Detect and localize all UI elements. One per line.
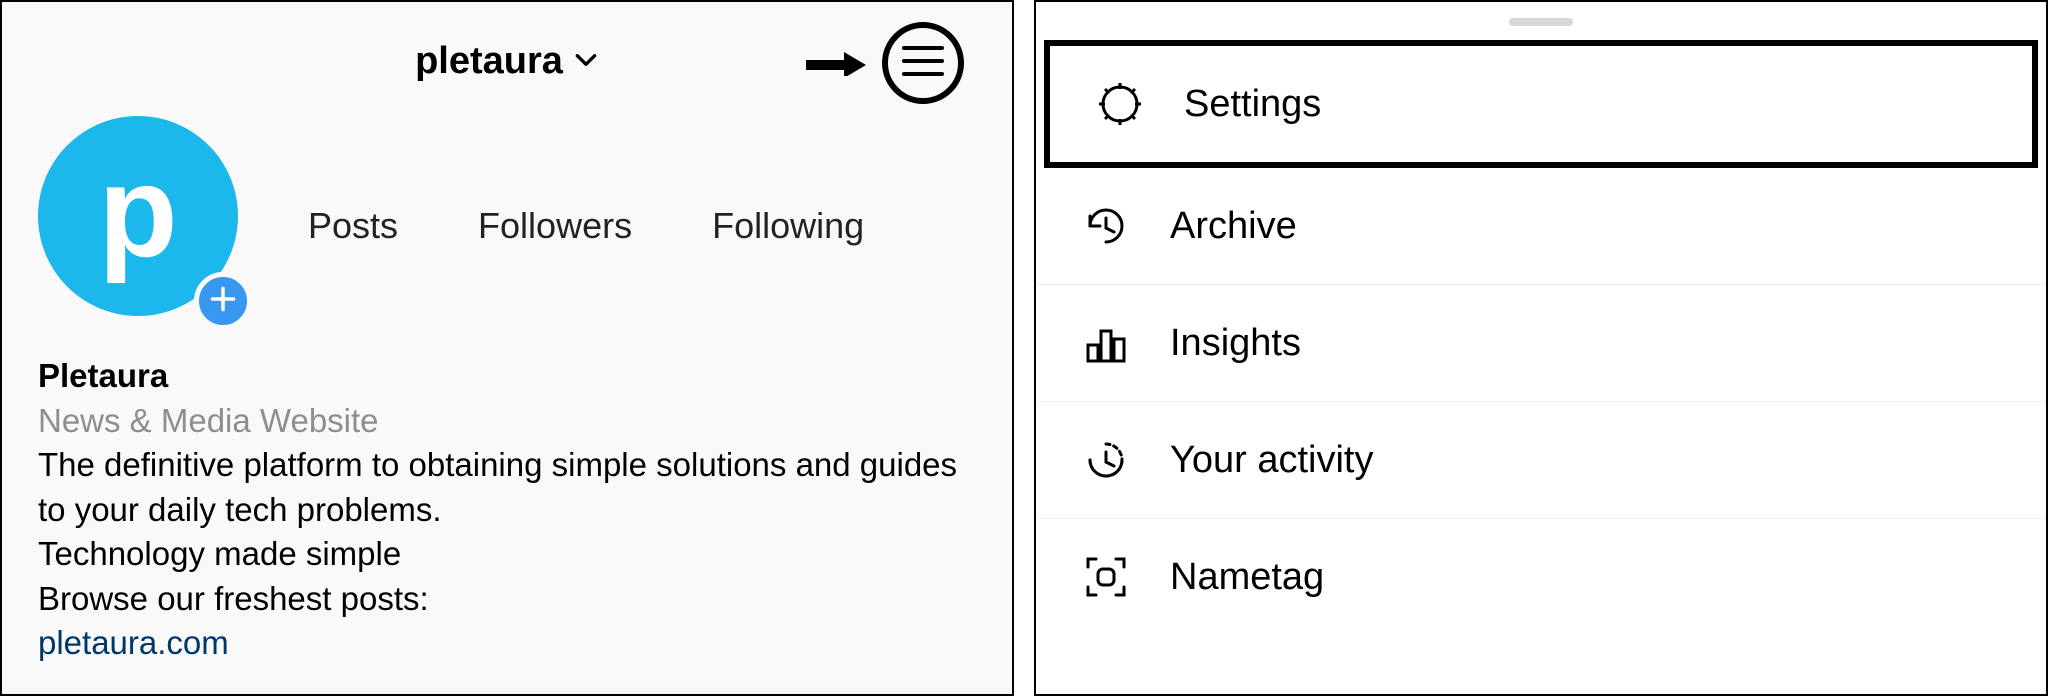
stat-followers[interactable]: Followers bbox=[478, 205, 632, 247]
activity-icon bbox=[1078, 432, 1134, 488]
menu-item-settings[interactable]: Settings bbox=[1044, 40, 2038, 168]
profile-bio: Pletaura News & Media Website The defini… bbox=[38, 354, 976, 666]
bio-link[interactable]: pletaura.com bbox=[38, 621, 976, 666]
profile-mid-row: p Posts Followers Following bbox=[38, 116, 976, 326]
archive-icon bbox=[1078, 198, 1134, 254]
profile-header: pletaura bbox=[38, 26, 976, 96]
avatar-letter: p bbox=[98, 146, 177, 276]
panel-divider bbox=[1014, 0, 1034, 696]
bio-line-1: The definitive platform to obtaining sim… bbox=[38, 443, 976, 532]
menu-drawer: Settings Archive Insights Your activity … bbox=[1034, 0, 2048, 696]
menu-label: Insights bbox=[1170, 322, 1301, 365]
username: pletaura bbox=[415, 40, 563, 83]
stat-following[interactable]: Following bbox=[712, 205, 864, 247]
bio-line-3: Browse our freshest posts: bbox=[38, 577, 976, 622]
menu-item-nametag[interactable]: Nametag bbox=[1036, 519, 2046, 635]
bio-line-2: Technology made simple bbox=[38, 532, 976, 577]
hamburger-icon bbox=[902, 44, 944, 83]
profile-stats: Posts Followers Following bbox=[308, 205, 864, 247]
menu-label: Nametag bbox=[1170, 556, 1324, 599]
annotation-arrow-icon bbox=[806, 52, 866, 76]
stat-posts[interactable]: Posts bbox=[308, 205, 398, 247]
menu-label: Settings bbox=[1184, 83, 1321, 126]
gear-icon bbox=[1092, 76, 1148, 132]
hamburger-menu-button[interactable] bbox=[882, 22, 964, 104]
drawer-grabber[interactable] bbox=[1509, 18, 1573, 26]
chevron-down-icon bbox=[573, 40, 599, 83]
menu-label: Your activity bbox=[1170, 439, 1373, 482]
add-story-button[interactable] bbox=[194, 272, 252, 330]
avatar[interactable]: p bbox=[38, 116, 248, 326]
menu-item-archive[interactable]: Archive bbox=[1036, 168, 2046, 285]
nametag-icon bbox=[1078, 549, 1134, 605]
menu-label: Archive bbox=[1170, 205, 1297, 248]
menu-item-activity[interactable]: Your activity bbox=[1036, 402, 2046, 519]
menu-item-insights[interactable]: Insights bbox=[1036, 285, 2046, 402]
username-dropdown[interactable]: pletaura bbox=[415, 40, 599, 83]
plus-icon bbox=[209, 285, 237, 318]
insights-icon bbox=[1078, 315, 1134, 371]
profile-screen: pletaura p Posts Fol bbox=[0, 0, 1014, 696]
bio-category: News & Media Website bbox=[38, 399, 976, 444]
bio-name: Pletaura bbox=[38, 354, 976, 399]
